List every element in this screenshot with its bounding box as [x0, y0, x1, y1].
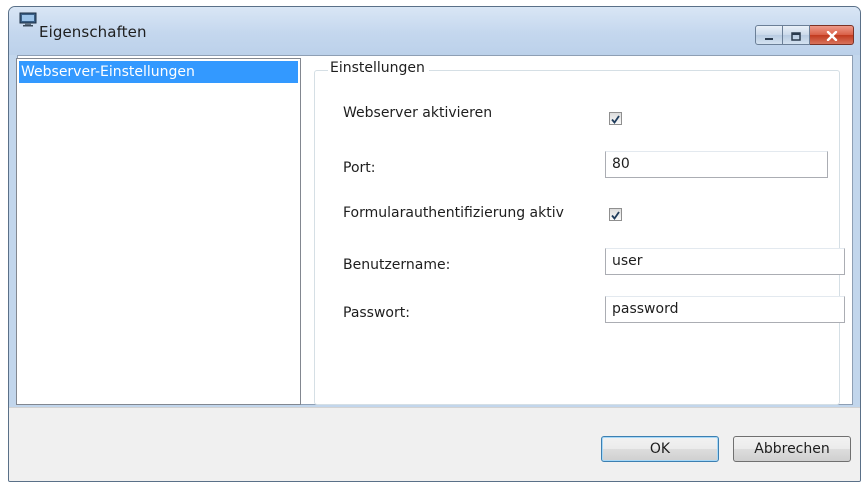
username-label: Benutzername:: [343, 257, 451, 273]
minimize-icon: [764, 26, 774, 45]
password-input[interactable]: password: [605, 296, 845, 323]
settings-group-title: Einstellungen: [328, 60, 429, 76]
close-button[interactable]: [810, 25, 854, 45]
form-auth-checkbox[interactable]: [609, 208, 622, 221]
form-auth-label: Formularauthentifizierung aktiv: [343, 205, 564, 221]
webserver-enabled-checkbox[interactable]: [609, 112, 622, 125]
port-input[interactable]: 80: [605, 151, 828, 178]
port-label: Port:: [343, 160, 376, 176]
close-icon: [826, 26, 838, 45]
window-title: Eigenschaften: [39, 23, 147, 41]
minimize-button[interactable]: [755, 25, 783, 45]
monitor-icon[interactable]: [19, 12, 37, 27]
ok-button[interactable]: OK: [601, 436, 719, 462]
nav-item-webserver-settings[interactable]: Webserver-Einstellungen: [19, 61, 298, 83]
password-label: Passwort:: [343, 305, 410, 321]
maximize-icon: [791, 26, 801, 45]
caption-buttons: [755, 25, 854, 45]
checkmark-icon: [611, 109, 620, 128]
settings-category-list[interactable]: Webserver-Einstellungen: [16, 58, 301, 405]
checkmark-icon: [611, 205, 620, 224]
username-input[interactable]: user: [605, 248, 845, 275]
title-bar[interactable]: Eigenschaften: [9, 7, 860, 55]
webserver-enabled-label: Webserver aktivieren: [343, 105, 493, 121]
cancel-button[interactable]: Abbrechen: [733, 436, 851, 462]
maximize-button[interactable]: [783, 25, 810, 45]
